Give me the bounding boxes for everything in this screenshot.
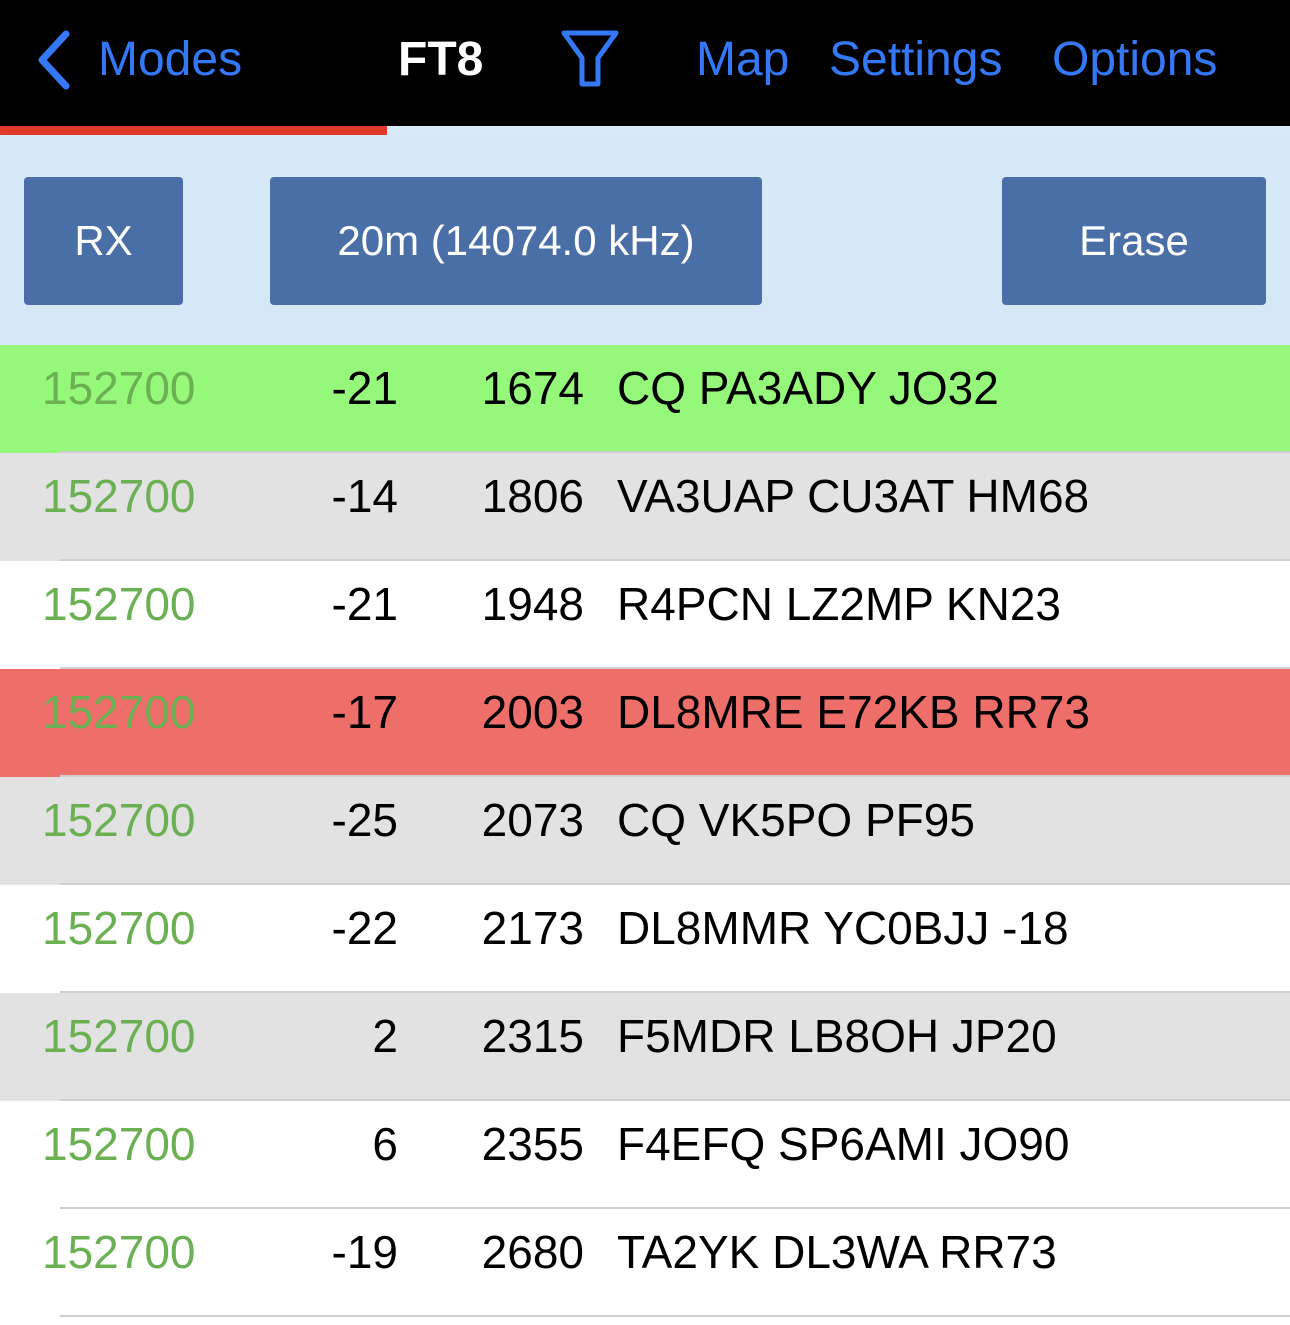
decode-snr: -17: [331, 686, 398, 738]
decode-time: 152700: [42, 1118, 196, 1170]
back-button[interactable]: Modes: [36, 28, 242, 92]
decode-frequency: 1674: [481, 362, 584, 414]
decode-frequency: 2073: [481, 794, 584, 846]
erase-button[interactable]: Erase: [1002, 177, 1266, 305]
decode-message: F5MDR LB8OH JP20: [617, 1010, 1057, 1062]
decode-message: R4PCN LZ2MP KN23: [617, 578, 1061, 630]
decode-frequency: 2680: [481, 1226, 584, 1278]
toolbar: RX 20m (14074.0 kHz) Erase: [0, 135, 1290, 345]
decode-message: CQ VK5PO PF95: [617, 794, 975, 846]
decode-time: 152700: [42, 1226, 196, 1278]
map-button[interactable]: Map: [696, 28, 789, 92]
decode-snr: -25: [331, 794, 398, 846]
decode-row[interactable]: 152700 -21 1674 CQ PA3ADY JO32: [0, 345, 1290, 453]
decode-row[interactable]: 152700 2 2315 F5MDR LB8OH JP20: [0, 993, 1290, 1101]
decode-snr: 2: [372, 1010, 398, 1062]
page-title: FT8: [398, 33, 484, 86]
decode-time: 152700: [42, 686, 196, 738]
filter-funnel-icon[interactable]: [560, 28, 620, 90]
settings-button[interactable]: Settings: [829, 28, 1002, 92]
row-separator: [60, 1315, 1290, 1317]
back-button-label: Modes: [98, 33, 243, 86]
decode-row[interactable]: 152700 -17 2003 DL8MRE E72KB RR73: [0, 669, 1290, 777]
band-select-button[interactable]: 20m (14074.0 kHz): [270, 177, 762, 305]
rx-button[interactable]: RX: [24, 177, 183, 305]
decode-time: 152700: [42, 794, 196, 846]
decode-message: DL8MRE E72KB RR73: [617, 686, 1090, 738]
decode-time: 152700: [42, 902, 196, 954]
decode-snr: -19: [331, 1226, 398, 1278]
decode-list: 152700 -21 1674 CQ PA3ADY JO32 152700 -14 1806…: [0, 345, 1290, 1317]
decode-time: 152700: [42, 470, 196, 522]
decode-row[interactable]: 152700 -22 2173 DL8MMR YC0BJJ -18: [0, 885, 1290, 993]
decode-time: 152700: [42, 1010, 196, 1062]
decode-row[interactable]: 152700 6 2355 F4EFQ SP6AMI JO90: [0, 1101, 1290, 1209]
decode-frequency: 2003: [481, 686, 584, 738]
decode-time: 152700: [42, 362, 196, 414]
decode-message: DL8MMR YC0BJJ -18: [617, 902, 1069, 954]
decode-message: TA2YK DL3WA RR73: [617, 1226, 1057, 1278]
decode-frequency: 2173: [481, 902, 584, 954]
decode-frequency: 2315: [481, 1010, 584, 1062]
decode-message: F4EFQ SP6AMI JO90: [617, 1118, 1070, 1170]
chevron-left-icon: [38, 30, 70, 90]
decode-snr: -22: [331, 902, 398, 954]
decode-row[interactable]: 152700 -25 2073 CQ VK5PO PF95: [0, 777, 1290, 885]
decode-snr: 6: [372, 1118, 398, 1170]
decode-frequency: 2355: [481, 1118, 584, 1170]
decode-time: 152700: [42, 578, 196, 630]
navigation-bar: Modes FT8 Map Settings Options: [0, 0, 1290, 126]
decode-row[interactable]: 152700 -21 1948 R4PCN LZ2MP KN23: [0, 561, 1290, 669]
decode-snr: -21: [331, 578, 398, 630]
decode-row[interactable]: 152700 -19 2680 TA2YK DL3WA RR73: [0, 1209, 1290, 1317]
decode-message: CQ PA3ADY JO32: [617, 362, 999, 414]
decode-row[interactable]: 152700 -14 1806 VA3UAP CU3AT HM68: [0, 453, 1290, 561]
decode-snr: -21: [331, 362, 398, 414]
decode-frequency: 1806: [481, 470, 584, 522]
decode-message: VA3UAP CU3AT HM68: [617, 470, 1090, 522]
decode-snr: -14: [331, 470, 398, 522]
options-button[interactable]: Options: [1052, 28, 1217, 92]
decode-frequency: 1948: [481, 578, 584, 630]
